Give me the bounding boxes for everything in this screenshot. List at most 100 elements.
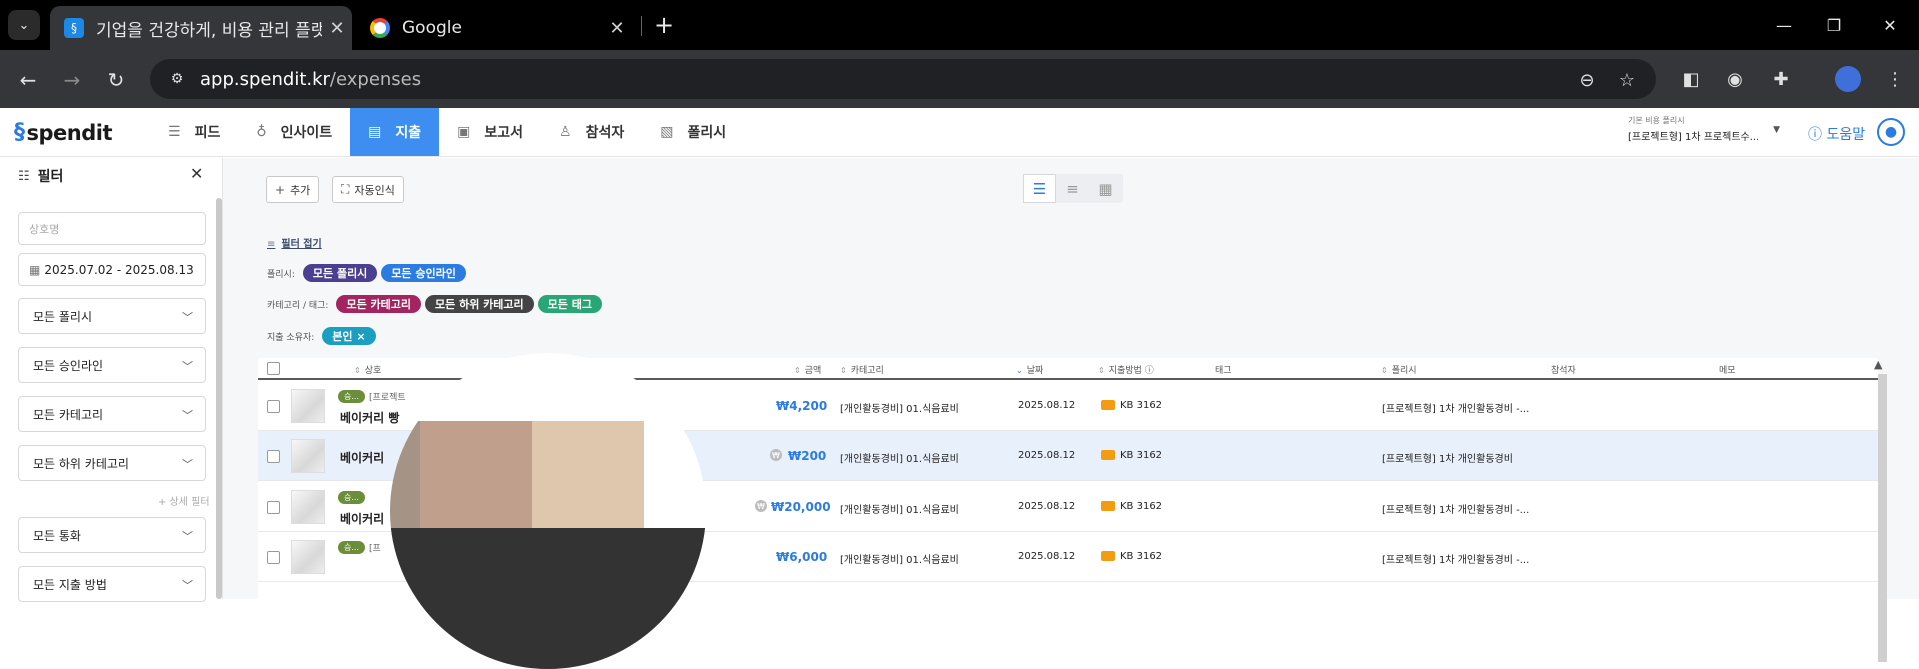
list-view-icon[interactable]: ☰ [1023, 174, 1056, 203]
category: [개인활동경비] 01.식음료비 [840, 555, 959, 566]
chip-all-subcategories[interactable]: 모든 하위 카테고리 [425, 295, 534, 313]
currency-select[interactable]: 모든 통화 ﹀ [18, 517, 206, 553]
category-filter-row: 카테고리 / 태그: 모든 카테고리 모든 하위 카테고리 모든 태그 [267, 295, 606, 313]
close-filter-icon[interactable]: ✕ [190, 164, 203, 183]
amount: ₩4,200 [776, 399, 828, 413]
row-checkbox[interactable] [267, 501, 280, 514]
date: 2025.08.12 [1018, 400, 1076, 411]
policy-filter-select[interactable]: 모든 폴리시 ﹀ [18, 298, 206, 334]
chip-all-approval-lines[interactable]: 모든 승인라인 [381, 264, 466, 282]
browser-menu-icon[interactable]: ⋮ [1880, 64, 1910, 94]
subcategory-select[interactable]: 모든 하위 카테고리 ﹀ [18, 445, 206, 481]
advanced-filter-link[interactable]: + 상세 필터 [158, 493, 210, 508]
chevron-down-icon: ﹀ [182, 458, 193, 471]
policy-select[interactable]: 기본 비용 폴리시 [프로젝트형] 1차 프로젝트수... ▼ [1628, 115, 1780, 149]
browser-profile-avatar[interactable] [1835, 66, 1861, 92]
close-tab-icon[interactable]: ✕ [602, 18, 632, 39]
zoom-icon[interactable]: ⊖ [1574, 67, 1600, 93]
col-method[interactable]: ⇕ 지출방법 ⓘ [1098, 363, 1154, 376]
report-icon: ▣ [457, 124, 471, 140]
approval-line-select[interactable]: 모든 승인라인 ﹀ [18, 347, 206, 383]
date-range-input[interactable]: ▦ 2025.07.02 - 2025.08.13 [18, 253, 206, 286]
chip-all-tags[interactable]: 모든 태그 [537, 295, 602, 313]
date: 2025.08.12 [1018, 551, 1076, 562]
minimize-button[interactable]: — [1764, 10, 1804, 40]
chip-owner-self[interactable]: 본인 × [322, 327, 376, 345]
calendar-icon: ▦ [29, 262, 41, 277]
receipt-thumbnail[interactable] [291, 540, 325, 574]
auto-recognition-button[interactable]: ⛶ 자동인식 [332, 176, 404, 203]
tab-title: 기업을 건강하게, 비용 관리 플랫폼 [96, 20, 322, 41]
receipt-thumbnail[interactable] [291, 490, 325, 524]
nav-insight[interactable]: ♁ 인사이트 [238, 108, 350, 156]
bookmark-star-icon[interactable]: ☆ [1614, 67, 1640, 93]
grid-view-icon[interactable]: ▦ [1089, 174, 1122, 203]
extensions-puzzle-icon[interactable]: ✚ [1766, 64, 1796, 94]
receipt-thumbnail[interactable] [291, 439, 325, 473]
row-checkbox[interactable] [267, 450, 280, 463]
chevron-down-icon: ﹀ [182, 409, 193, 422]
payment-method-select[interactable]: 모든 지출 방법 ﹀ [18, 566, 206, 602]
nav-feed[interactable]: ☰ 피드 [150, 108, 238, 156]
date: 2025.08.12 [1018, 450, 1076, 461]
restore-button[interactable]: ❐ [1814, 10, 1854, 40]
amount: ₩20,000 [771, 500, 831, 514]
payment-method: KB 3162 [1120, 501, 1163, 512]
collapse-filters-link[interactable]: ≡ 필터 접기 [267, 235, 322, 250]
merchant-name: 베이커리 [340, 512, 385, 526]
status-badge: 승... [338, 541, 365, 554]
browser-toolbar: ← → ↻ ⚙ app.spendit.kr/expenses ⊖ ☆ ◧ ◉ … [0, 50, 1919, 108]
currency-info-icon: ₩ [755, 500, 767, 512]
col-memo: 메모 [1719, 366, 1736, 376]
nav-expenses[interactable]: ▤ 지출 [350, 108, 440, 156]
spendit-logo[interactable]: § spendit [14, 120, 112, 145]
user-avatar-icon[interactable]: ● [1877, 118, 1905, 146]
receipt-thumbnail[interactable] [291, 389, 325, 423]
new-tab-button[interactable]: + [650, 10, 678, 40]
app-header: § spendit ☰ 피드 ♁ 인사이트 ▤ 지출 ▣ 보고서 ♙ 참석자 ▧… [0, 108, 1919, 157]
tab-search-button[interactable]: ⌄ [8, 10, 40, 40]
table-scrollbar[interactable] [1878, 374, 1887, 662]
help-link[interactable]: ⓘ 도움말 [1808, 124, 1865, 144]
policy: [프로젝트형] 1차 개인활동경비 -... [1382, 404, 1530, 415]
status-badge: 승... [338, 390, 365, 403]
col-date[interactable]: ⌄ 날짜 [1016, 363, 1043, 376]
receipt-icon: ▤ [368, 124, 382, 140]
merchant-input[interactable]: 상호명 [18, 212, 206, 245]
sidebar-scrollbar[interactable] [216, 198, 222, 599]
extension-icon[interactable]: ◧ [1676, 64, 1706, 94]
nav-reports[interactable]: ▣ 보고서 [439, 108, 541, 156]
compact-view-icon[interactable]: ≡ [1056, 174, 1089, 203]
date: 2025.08.12 [1018, 501, 1076, 512]
nav-policy[interactable]: ▧ 폴리시 [642, 108, 744, 156]
forward-button[interactable]: → [56, 64, 88, 96]
close-tab-icon[interactable]: ✕ [322, 18, 352, 39]
reload-icon: ↻ [107, 68, 125, 92]
select-all-checkbox[interactable] [267, 362, 280, 375]
chip-all-categories[interactable]: 모든 카테고리 [336, 295, 422, 313]
close-window-button[interactable]: ✕ [1870, 10, 1910, 40]
row-checkbox[interactable] [267, 400, 280, 413]
col-merchant[interactable]: ⇕ 상호 [354, 363, 381, 376]
filter-icon: ≡ [267, 239, 276, 250]
row-project-label: [프 [369, 544, 381, 554]
col-policy[interactable]: ⇕ 폴리시 [1381, 363, 1417, 376]
browser-tab-google[interactable]: Google ✕ [356, 6, 632, 50]
chevron-down-icon: ﹀ [182, 360, 193, 373]
back-button[interactable]: ← [12, 64, 44, 96]
address-bar[interactable]: ⚙ app.spendit.kr/expenses ⊖ ☆ [150, 59, 1656, 99]
browser-tab-spendit[interactable]: § 기업을 건강하게, 비용 관리 플랫폼 ✕ [50, 6, 352, 50]
row-checkbox[interactable] [267, 551, 280, 564]
chip-all-policies[interactable]: 모든 폴리시 [302, 264, 378, 282]
nav-attendees[interactable]: ♙ 참석자 [541, 108, 642, 156]
camera-icon[interactable]: ◉ [1720, 64, 1750, 94]
add-expense-button[interactable]: + 추가 [266, 176, 320, 203]
category-select[interactable]: 모든 카테고리 ﹀ [18, 396, 206, 432]
chevron-down-icon: ﹀ [182, 311, 193, 324]
spendit-favicon-icon: § [64, 18, 84, 38]
col-amount[interactable]: ⇕ 금액 [794, 363, 821, 376]
site-info-icon[interactable]: ⚙ [166, 68, 188, 90]
col-category[interactable]: ⇕ 카테고리 [840, 363, 884, 376]
reload-button[interactable]: ↻ [100, 64, 132, 96]
scroll-up-arrow-icon[interactable]: ▲ [1874, 358, 1882, 371]
